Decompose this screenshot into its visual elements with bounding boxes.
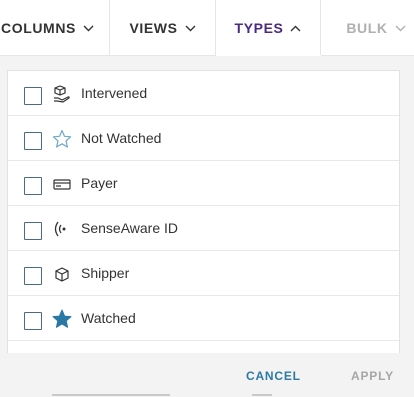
chevron-up-icon xyxy=(290,25,301,32)
option-label: SenseAware ID xyxy=(81,220,179,236)
senseaware-id-checkbox[interactable] xyxy=(24,222,42,240)
types-option-list[interactable]: Intervened Not Watched Payer SenseAware … xyxy=(7,70,400,355)
option-payer[interactable]: Payer xyxy=(8,161,399,206)
tab-bulk[interactable]: BULK xyxy=(321,0,414,56)
tab-types[interactable]: TYPES xyxy=(216,0,321,56)
background-text-fragment xyxy=(252,394,272,396)
option-intervened[interactable]: Intervened xyxy=(8,71,399,116)
option-not-watched[interactable]: Not Watched xyxy=(8,116,399,161)
option-label: Payer xyxy=(81,175,118,191)
shipper-checkbox[interactable] xyxy=(24,267,42,285)
option-shipper[interactable]: Shipper xyxy=(8,251,399,296)
option-label: Watched xyxy=(81,310,136,326)
cancel-button[interactable]: CANCEL xyxy=(246,369,301,383)
star-filled-icon xyxy=(52,309,72,329)
intervened-checkbox[interactable] xyxy=(24,87,42,105)
option-label: Shipper xyxy=(81,265,130,281)
star-outline-icon xyxy=(52,129,72,149)
chevron-down-icon xyxy=(185,25,196,32)
types-dropdown-panel: Intervened Not Watched Payer SenseAware … xyxy=(0,56,414,397)
option-label: Intervened xyxy=(81,85,148,101)
filter-page: COLUMNS VIEWS TYPES BULK Intervened Not … xyxy=(0,0,414,397)
watched-checkbox[interactable] xyxy=(24,312,42,330)
option-watched[interactable]: Watched xyxy=(8,296,399,341)
tab-columns-label: COLUMNS xyxy=(1,20,76,36)
intervened-icon xyxy=(52,84,72,104)
option-label: Not Watched xyxy=(81,130,162,146)
chevron-down-icon xyxy=(83,25,94,32)
apply-button[interactable]: APPLY xyxy=(351,369,394,383)
payer-checkbox[interactable] xyxy=(24,177,42,195)
package-box-icon xyxy=(52,264,72,284)
payer-card-icon xyxy=(52,174,72,194)
tab-bulk-label: BULK xyxy=(346,20,388,36)
toolbar: COLUMNS VIEWS TYPES BULK xyxy=(0,0,414,57)
not-watched-checkbox[interactable] xyxy=(24,132,42,150)
tab-types-label: TYPES xyxy=(234,20,284,36)
tab-columns[interactable]: COLUMNS xyxy=(0,0,110,56)
chevron-down-icon xyxy=(395,25,406,32)
tab-views-label: VIEWS xyxy=(129,20,178,36)
dropdown-footer: CANCEL APPLY xyxy=(0,353,414,397)
tab-views[interactable]: VIEWS xyxy=(110,0,216,56)
sensor-signal-icon xyxy=(52,219,72,239)
option-senseaware-id[interactable]: SenseAware ID xyxy=(8,206,399,251)
background-text-fragment xyxy=(52,394,170,396)
